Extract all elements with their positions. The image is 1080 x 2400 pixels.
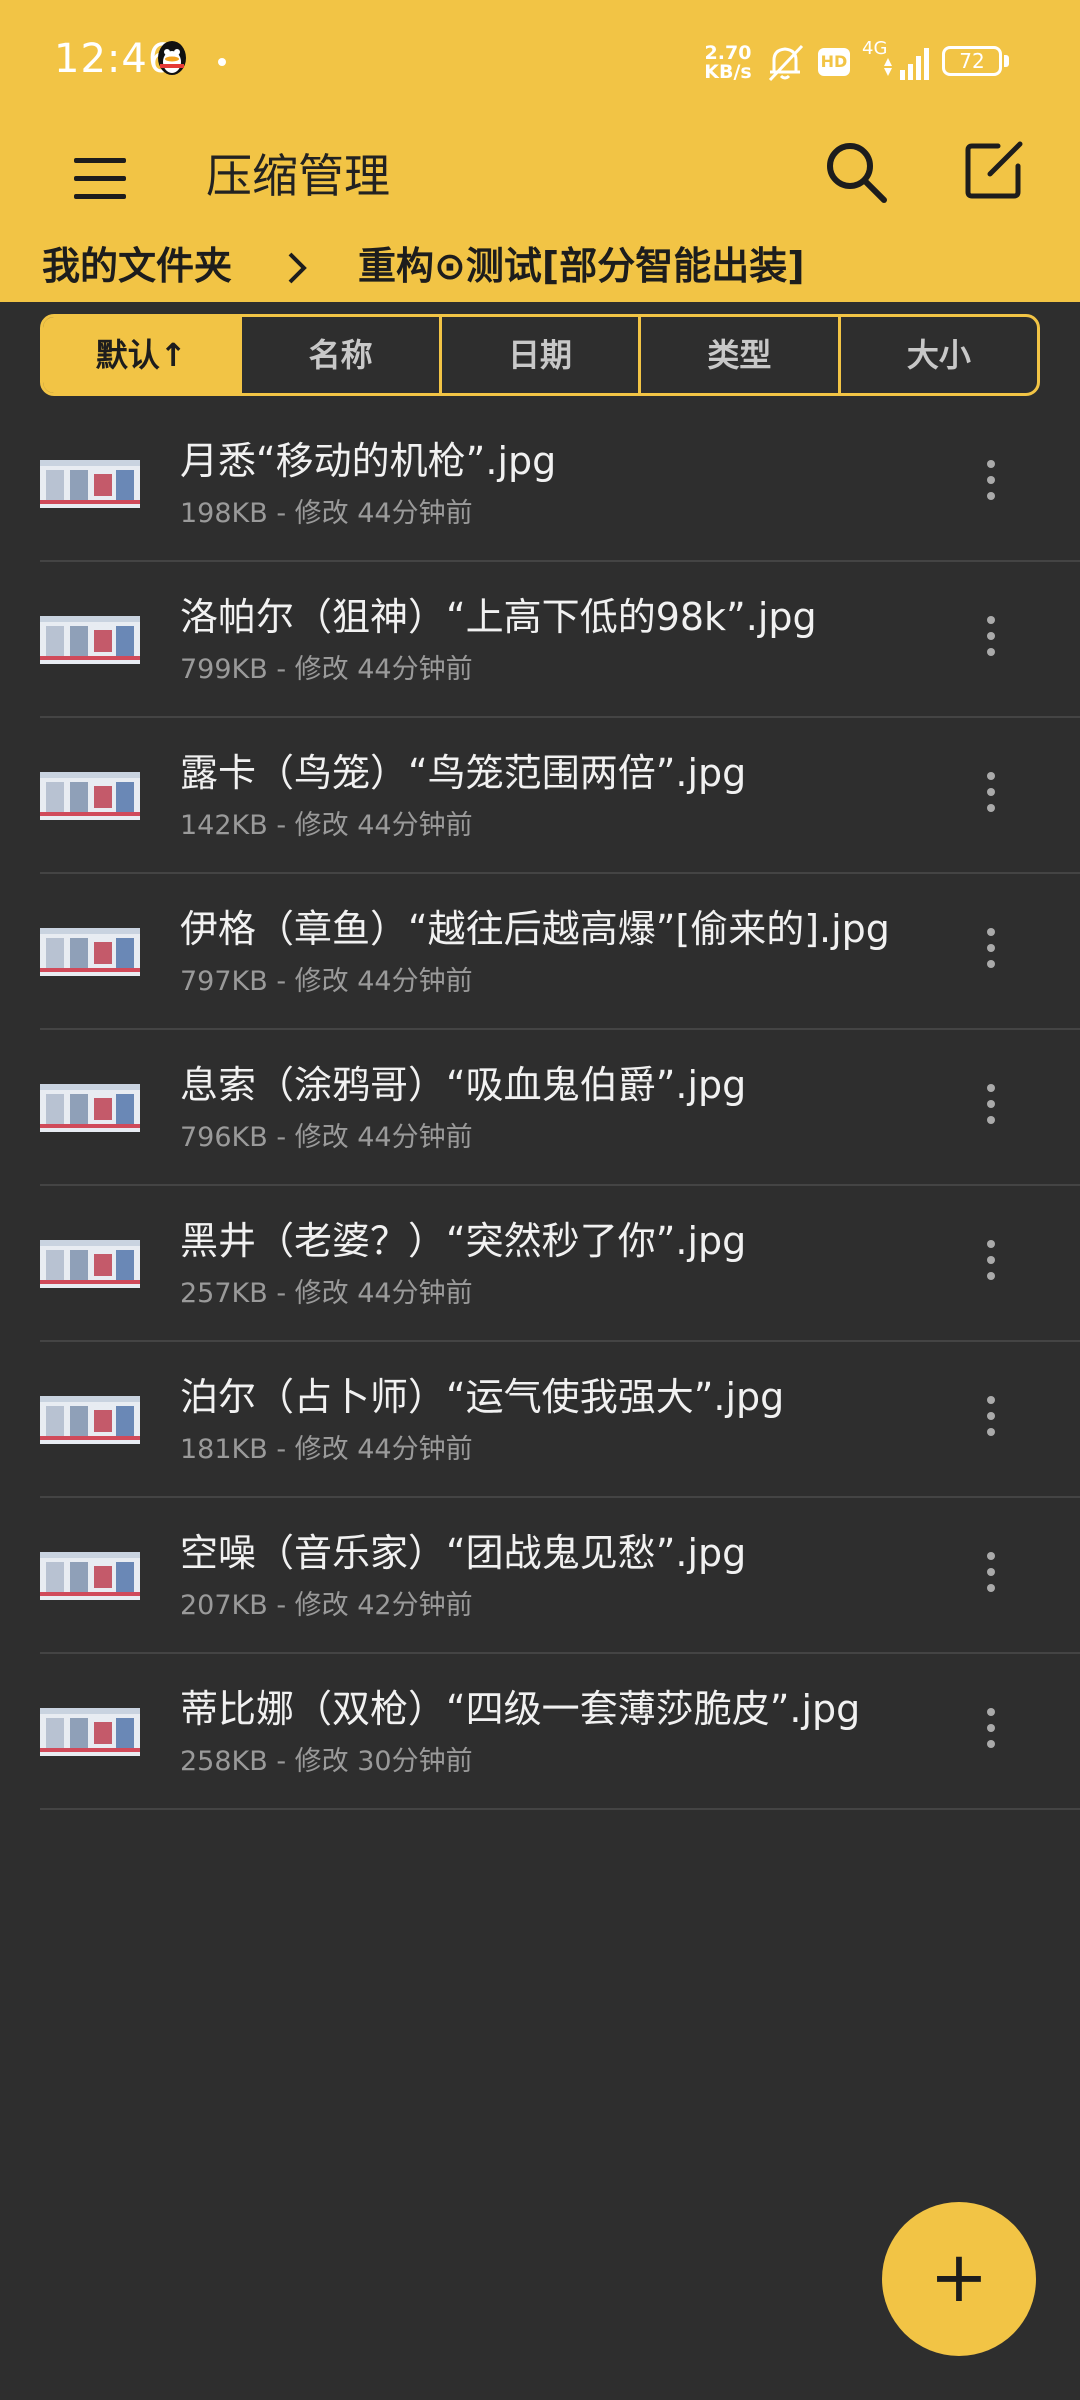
more-vertical-icon[interactable] (966, 1076, 1016, 1140)
file-meta: 258KB - 修改 30分钟前 (180, 1746, 473, 1777)
page-title: 压缩管理 (206, 149, 390, 203)
hd-badge: HD (818, 48, 850, 76)
file-meta: 181KB - 修改 44分钟前 (180, 1434, 473, 1465)
file-thumbnail (40, 1240, 140, 1288)
file-name: 空噪（音乐家）“团战鬼见愁”.jpg (180, 1531, 747, 1575)
file-meta: 257KB - 修改 44分钟前 (180, 1278, 473, 1309)
file-meta: 207KB - 修改 42分钟前 (180, 1590, 473, 1621)
breadcrumb: 我的文件夹 重构⊙测试[部分智能出装] (0, 234, 1080, 298)
file-thumbnail (40, 616, 140, 664)
more-vertical-icon[interactable] (966, 1388, 1016, 1452)
file-row[interactable]: 空噪（音乐家）“团战鬼见愁”.jpg 207KB - 修改 42分钟前 (0, 1498, 1080, 1654)
battery-indicator: 72 (942, 46, 1002, 76)
file-row[interactable]: 泊尔（占卜师）“运气使我强大”.jpg 181KB - 修改 44分钟前 (0, 1342, 1080, 1498)
file-thumbnail (40, 1396, 140, 1444)
file-thumbnail (40, 1708, 140, 1756)
sort-tab-size[interactable]: 大小 (841, 317, 1037, 393)
search-icon[interactable] (816, 132, 896, 212)
file-row[interactable]: 蒂比娜（双枪）“四级一套薄莎脆皮”.jpg 258KB - 修改 30分钟前 (0, 1654, 1080, 1810)
file-row[interactable]: 洛帕尔（狙神）“上高下低的98k”.jpg 799KB - 修改 44分钟前 (0, 562, 1080, 718)
breadcrumb-root[interactable]: 我的文件夹 (42, 238, 232, 294)
sort-tab-default[interactable]: 默认↑ (43, 317, 243, 393)
more-vertical-icon[interactable] (966, 608, 1016, 672)
edit-icon[interactable] (954, 130, 1034, 210)
qq-icon (158, 41, 186, 75)
file-name: 月悉“移动的机枪”.jpg (180, 439, 557, 483)
more-vertical-icon[interactable] (966, 1544, 1016, 1608)
file-meta: 797KB - 修改 44分钟前 (180, 966, 473, 997)
sort-tab-type[interactable]: 类型 (641, 317, 841, 393)
more-vertical-icon[interactable] (966, 1232, 1016, 1296)
file-row[interactable]: 露卡（鸟笼）“鸟笼范围两倍”.jpg 142KB - 修改 44分钟前 (0, 718, 1080, 874)
network-speed: 2.70 KB/s (700, 44, 756, 82)
chevron-right-icon (288, 252, 307, 284)
add-button[interactable]: + (882, 2202, 1036, 2356)
notification-dot (218, 58, 226, 66)
file-name: 伊格（章鱼）“越往后越高爆”[偷来的].jpg (180, 907, 890, 951)
status-bar: 12:46 2.70 KB/s HD 4G 72 (0, 0, 1080, 122)
more-vertical-icon[interactable] (966, 1700, 1016, 1764)
battery-tip (1004, 55, 1009, 67)
file-row[interactable]: 月悉“移动的机枪”.jpg 198KB - 修改 44分钟前 (0, 406, 1080, 562)
signal-icon (884, 48, 929, 80)
more-vertical-icon[interactable] (966, 920, 1016, 984)
file-list: 月悉“移动的机枪”.jpg 198KB - 修改 44分钟前 洛帕尔（狙神）“上… (0, 406, 1080, 1810)
file-thumbnail (40, 772, 140, 820)
file-thumbnail (40, 1552, 140, 1600)
file-meta: 198KB - 修改 44分钟前 (180, 498, 473, 529)
file-row[interactable]: 息索（涂鸦哥）“吸血鬼伯爵”.jpg 796KB - 修改 44分钟前 (0, 1030, 1080, 1186)
app-bar: 压缩管理 (0, 122, 1080, 226)
file-name: 露卡（鸟笼）“鸟笼范围两倍”.jpg (180, 751, 747, 795)
header: 12:46 2.70 KB/s HD 4G 72 压缩管理 我的文件夹 重构⊙测… (0, 0, 1080, 302)
screen: 12:46 2.70 KB/s HD 4G 72 压缩管理 我的文件夹 重构⊙测… (0, 0, 1080, 2400)
file-name: 息索（涂鸦哥）“吸血鬼伯爵”.jpg (180, 1063, 747, 1107)
file-row[interactable]: 黑井（老婆？）“突然秒了你”.jpg 257KB - 修改 44分钟前 (0, 1186, 1080, 1342)
file-thumbnail (40, 460, 140, 508)
menu-icon[interactable] (60, 138, 140, 218)
file-thumbnail (40, 1084, 140, 1132)
file-name: 洛帕尔（狙神）“上高下低的98k”.jpg (180, 595, 817, 639)
plus-icon: + (929, 2236, 989, 2318)
mute-bell-icon (768, 44, 804, 82)
file-row[interactable]: 伊格（章鱼）“越往后越高爆”[偷来的].jpg 797KB - 修改 44分钟前 (0, 874, 1080, 1030)
file-thumbnail (40, 928, 140, 976)
more-vertical-icon[interactable] (966, 764, 1016, 828)
file-meta: 799KB - 修改 44分钟前 (180, 654, 473, 685)
breadcrumb-current[interactable]: 重构⊙测试[部分智能出装] (358, 238, 805, 294)
file-meta: 796KB - 修改 44分钟前 (180, 1122, 473, 1153)
sort-tab-date[interactable]: 日期 (442, 317, 642, 393)
sort-tabs: 默认↑ 名称 日期 类型 大小 (40, 314, 1040, 396)
file-name: 蒂比娜（双枪）“四级一套薄莎脆皮”.jpg (180, 1687, 861, 1731)
file-meta: 142KB - 修改 44分钟前 (180, 810, 473, 841)
file-name: 泊尔（占卜师）“运气使我强大”.jpg (180, 1375, 785, 1419)
more-vertical-icon[interactable] (966, 452, 1016, 516)
network-speed-unit: KB/s (704, 61, 752, 83)
file-name: 黑井（老婆？）“突然秒了你”.jpg (180, 1219, 747, 1263)
sort-tab-name[interactable]: 名称 (242, 317, 442, 393)
